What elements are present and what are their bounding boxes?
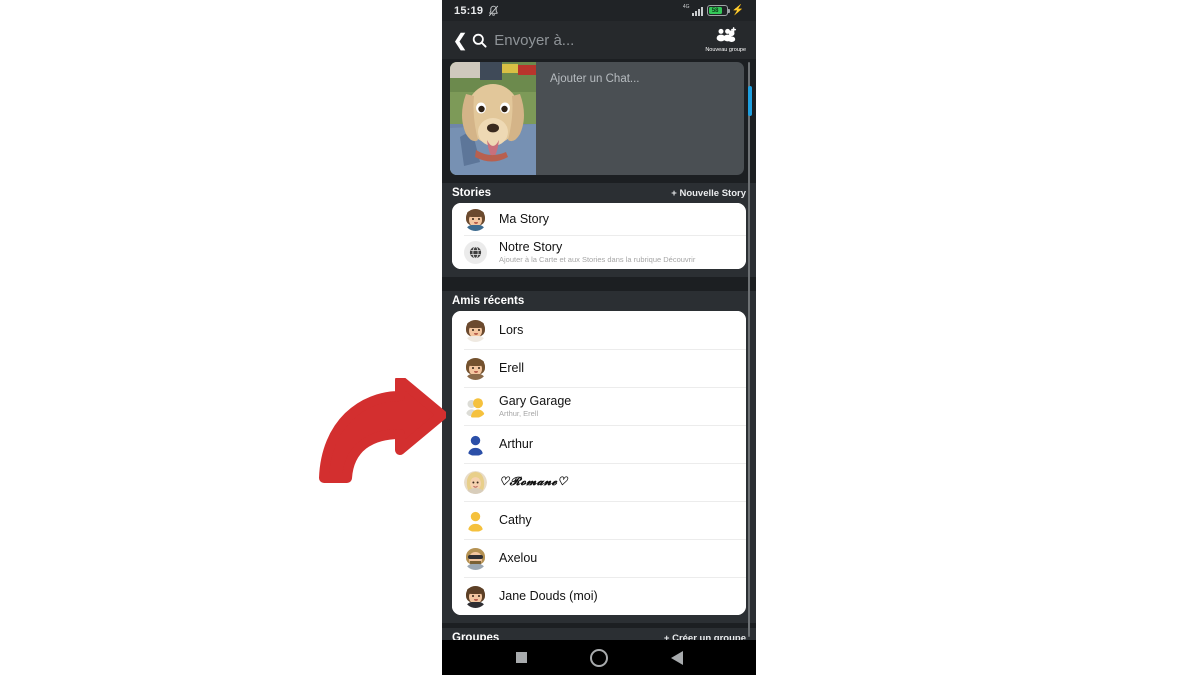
annotation-arrow — [319, 378, 446, 483]
dog-photo-thumbnail[interactable] — [450, 62, 536, 175]
table-row[interactable]: Arthur — [452, 425, 746, 463]
status-time: 15:19 — [454, 4, 484, 17]
list-item-label: Gary Garage — [499, 393, 572, 408]
list-item-label: Erell — [499, 360, 525, 375]
list-item-label: Ma Story — [499, 211, 550, 226]
search-icon — [472, 33, 487, 48]
list-item-text: Ma Story — [499, 212, 549, 227]
avatar — [464, 433, 487, 456]
list-item-text: Gary Garage Arthur, Erell — [499, 394, 571, 419]
square-icon[interactable] — [515, 652, 527, 663]
list-item-label: Notre Story — [499, 239, 563, 254]
list-item-text: Jane Douds (moi) — [499, 589, 598, 604]
list-item-text: Notre Story Ajouter à la Carte et aux St… — [499, 240, 695, 265]
recent-friends-list: Lors Erell Gary Garage Arthur, Erell Art… — [452, 311, 746, 615]
chat-compose-card[interactable]: Ajouter un Chat... — [450, 62, 744, 175]
list-item-text: Arthur — [499, 437, 533, 452]
battery-percent-label: 58 — [711, 7, 719, 14]
battery-icon: 58 — [706, 5, 730, 16]
stories-list: Ma Story Notre Story Ajouter à la Carte … — [452, 203, 746, 269]
add-group-icon — [715, 26, 737, 47]
table-row[interactable]: ♡𝓡𝓸𝓶𝓪𝓷𝓮♡ — [452, 463, 746, 501]
list-item-text: Erell — [499, 361, 524, 376]
battery-fill: 58 — [708, 7, 722, 14]
avatar — [464, 357, 487, 380]
stories-section-header: Stories + Nouvelle Story — [442, 183, 756, 203]
list-item-text: ♡𝓡𝓸𝓶𝓪𝓷𝓮♡ — [499, 475, 568, 490]
stories-title: Stories — [452, 187, 491, 199]
list-item-label: ♡𝓡𝓸𝓶𝓪𝓷𝓮♡ — [499, 475, 568, 488]
table-row[interactable]: Gary Garage Arthur, Erell — [452, 387, 746, 425]
scrollbar-thumb[interactable] — [748, 86, 752, 116]
table-row[interactable]: Lors — [452, 311, 746, 349]
avatar — [464, 208, 487, 231]
list-item-label: Axelou — [499, 550, 538, 565]
status-bar-left: 15:19 — [454, 5, 499, 17]
list-item-ma-story[interactable]: Ma Story — [452, 203, 746, 235]
bell-muted-icon — [488, 5, 499, 17]
phone-screen: 15:19 4G 58 ⚡ ❮ Envoyer à... Nouveau gro… — [442, 0, 756, 675]
status-bar-right: 4G 58 ⚡ — [683, 5, 744, 16]
status-bar: 15:19 4G 58 ⚡ — [442, 0, 756, 21]
search-input[interactable]: Envoyer à... — [494, 32, 705, 49]
stories-section: Stories + Nouvelle Story Ma Story Notre … — [442, 183, 756, 277]
android-navigation-bar — [442, 640, 756, 675]
table-row[interactable]: Erell — [452, 349, 746, 387]
list-item-notre-story[interactable]: Notre Story Ajouter à la Carte et aux St… — [452, 235, 746, 269]
table-row[interactable]: Jane Douds (moi) — [452, 577, 746, 615]
list-item-text: Cathy — [499, 513, 532, 528]
new-group-label: Nouveau groupe — [705, 46, 746, 53]
circle-icon[interactable] — [589, 648, 608, 667]
list-item-label: Cathy — [499, 512, 532, 527]
scrollbar-track[interactable] — [748, 62, 750, 637]
list-item-sublabel: Ajouter à la Carte et aux Stories dans l… — [499, 254, 696, 264]
search-header: ❮ Envoyer à... Nouveau groupe — [442, 21, 756, 59]
back-chevron-icon[interactable]: ❮ — [450, 32, 472, 49]
chat-text-input[interactable]: Ajouter un Chat... — [536, 62, 640, 175]
avatar — [464, 395, 487, 418]
list-item-text: Axelou — [499, 551, 537, 566]
list-item-label: Jane Douds (moi) — [499, 588, 598, 603]
globe-icon — [464, 240, 487, 264]
list-item-sublabel: Arthur, Erell — [499, 408, 539, 418]
avatar — [464, 470, 487, 494]
list-item-text: Lors — [499, 323, 523, 338]
list-item-label: Arthur — [499, 436, 534, 451]
signal-bars-icon — [691, 6, 703, 16]
table-row[interactable]: Axelou — [452, 539, 746, 577]
recent-friends-section: Amis récents Lors Erell Gary Garage Arth… — [442, 291, 756, 623]
avatar — [464, 585, 487, 608]
avatar — [464, 547, 487, 570]
network-type-label: 4G — [682, 4, 690, 10]
avatar — [464, 319, 487, 342]
recent-friends-section-header: Amis récents — [442, 291, 756, 311]
avatar — [464, 509, 487, 532]
list-item-label: Lors — [499, 322, 524, 337]
table-row[interactable]: Cathy — [452, 501, 746, 539]
triangle-back-icon[interactable] — [670, 650, 683, 665]
lightning-bolt-icon: ⚡ — [731, 4, 744, 16]
new-story-button[interactable]: + Nouvelle Story — [671, 188, 746, 199]
recent-friends-title: Amis récents — [452, 295, 525, 307]
new-group-button[interactable]: Nouveau groupe — [705, 26, 748, 54]
